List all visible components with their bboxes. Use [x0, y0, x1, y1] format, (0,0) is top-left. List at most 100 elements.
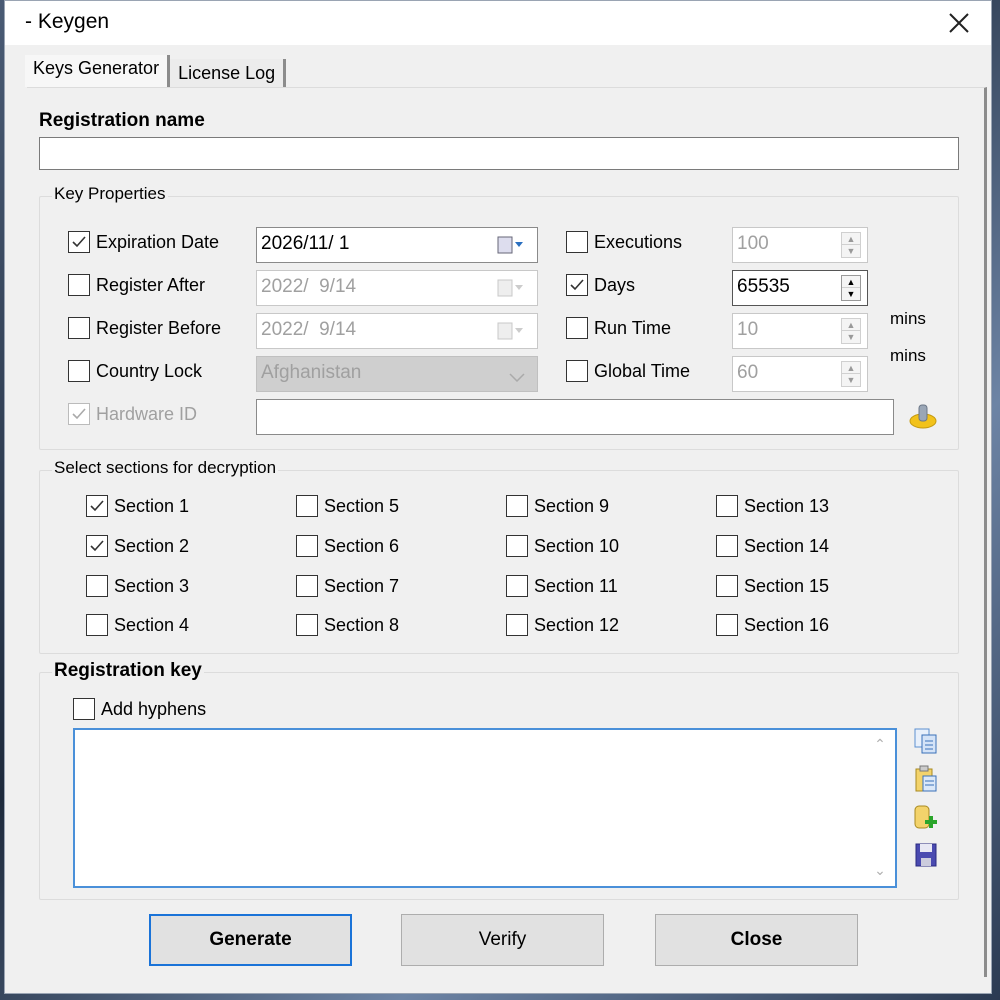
section-16-checkbox-label: Section 16 — [744, 614, 830, 635]
add-hyphens-checkbox[interactable] — [73, 698, 95, 720]
run-time-spin-buttons[interactable]: ▲ ▼ — [841, 318, 861, 344]
register-before-checkbox-row[interactable]: Register Before — [68, 317, 221, 339]
save-icon[interactable] — [911, 840, 941, 870]
section-4-checkbox-row[interactable]: Section 4 — [86, 614, 189, 636]
calendar-dropdown-icon[interactable] — [497, 236, 525, 254]
spin-down-icon[interactable]: ▼ — [842, 374, 860, 386]
scroll-up-icon[interactable]: ⌃ — [871, 736, 889, 754]
add-key-icon[interactable] — [911, 802, 941, 832]
section-9-checkbox[interactable] — [506, 495, 528, 517]
keys-generator-panel: Registration name Key Properties Expirat… — [27, 87, 987, 977]
calendar-dropdown-icon[interactable] — [497, 322, 525, 340]
run-time-checkbox-row[interactable]: Run Time — [566, 317, 671, 339]
expiration-date-checkbox-label: Expiration Date — [96, 231, 220, 252]
global-time-checkbox[interactable] — [566, 360, 588, 382]
section-16-checkbox-row[interactable]: Section 16 — [716, 614, 829, 636]
section-10-checkbox[interactable] — [506, 535, 528, 557]
days-value: 65535 — [737, 276, 790, 297]
register-before-date-picker[interactable]: 2022/ 9/14 — [256, 313, 538, 349]
section-11-checkbox[interactable] — [506, 575, 528, 597]
register-after-checkbox-row[interactable]: Register After — [68, 274, 205, 296]
section-4-checkbox[interactable] — [86, 614, 108, 636]
section-1-checkbox-label: Section 1 — [114, 495, 190, 516]
section-7-checkbox[interactable] — [296, 575, 318, 597]
section-2-checkbox[interactable] — [86, 535, 108, 557]
tab-license-log[interactable]: License Log — [170, 59, 287, 89]
executions-checkbox[interactable] — [566, 231, 588, 253]
executions-value: 100 — [737, 233, 769, 254]
spin-down-icon[interactable]: ▼ — [842, 245, 860, 257]
section-5-checkbox-row[interactable]: Section 5 — [296, 495, 399, 517]
expiration-date-checkbox[interactable] — [68, 231, 90, 253]
copy-icon[interactable] — [911, 726, 941, 756]
register-after-date-picker[interactable]: 2022/ 9/14 — [256, 270, 538, 306]
days-checkbox[interactable] — [566, 274, 588, 296]
spin-up-icon[interactable]: ▲ — [842, 319, 860, 331]
registration-key-textarea[interactable]: ⌃ ⌄ — [73, 728, 897, 888]
section-3-checkbox-row[interactable]: Section 3 — [86, 575, 189, 597]
spin-up-icon[interactable]: ▲ — [842, 233, 860, 245]
run-time-checkbox[interactable] — [566, 317, 588, 339]
spin-down-icon[interactable]: ▼ — [842, 288, 860, 300]
spin-down-icon[interactable]: ▼ — [842, 331, 860, 343]
calendar-dropdown-icon[interactable] — [497, 279, 525, 297]
close-button[interactable]: Close — [655, 914, 858, 966]
section-7-checkbox-row[interactable]: Section 7 — [296, 575, 399, 597]
global-time-checkbox-row[interactable]: Global Time — [566, 360, 690, 382]
verify-button[interactable]: Verify — [401, 914, 604, 966]
days-spin-buttons[interactable]: ▲ ▼ — [841, 275, 861, 301]
registration-name-input[interactable] — [39, 137, 959, 170]
section-15-checkbox[interactable] — [716, 575, 738, 597]
global-time-value: 60 — [737, 362, 759, 383]
close-window-button[interactable] — [945, 9, 973, 37]
section-6-checkbox[interactable] — [296, 535, 318, 557]
section-13-checkbox-row[interactable]: Section 13 — [716, 495, 829, 517]
section-11-checkbox-row[interactable]: Section 11 — [506, 575, 618, 597]
expiration-date-checkbox-row[interactable]: Expiration Date — [68, 231, 219, 253]
section-16-checkbox[interactable] — [716, 614, 738, 636]
section-1-checkbox-row[interactable]: Section 1 — [86, 495, 189, 517]
section-2-checkbox-row[interactable]: Section 2 — [86, 535, 189, 557]
section-14-checkbox[interactable] — [716, 535, 738, 557]
country-lock-checkbox-row[interactable]: Country Lock — [68, 360, 202, 382]
spin-up-icon[interactable]: ▲ — [842, 276, 860, 288]
section-8-checkbox[interactable] — [296, 614, 318, 636]
section-8-checkbox-row[interactable]: Section 8 — [296, 614, 399, 636]
scroll-down-icon[interactable]: ⌄ — [871, 862, 889, 880]
executions-spinbox[interactable]: 100 ▲ ▼ — [732, 227, 868, 263]
section-1-checkbox[interactable] — [86, 495, 108, 517]
executions-spin-buttons[interactable]: ▲ ▼ — [841, 232, 861, 258]
expiration-date-date-picker[interactable]: 2026/11/ 1 — [256, 227, 538, 263]
global-time-spinbox[interactable]: 60 ▲ ▼ — [732, 356, 868, 392]
hardware-id-input[interactable] — [256, 399, 894, 435]
executions-checkbox-row[interactable]: Executions — [566, 231, 682, 253]
register-after-checkbox[interactable] — [68, 274, 90, 296]
register-before-checkbox[interactable] — [68, 317, 90, 339]
section-5-checkbox[interactable] — [296, 495, 318, 517]
section-3-checkbox[interactable] — [86, 575, 108, 597]
section-15-checkbox-row[interactable]: Section 15 — [716, 575, 829, 597]
country-lock-checkbox[interactable] — [68, 360, 90, 382]
add-hyphens-checkbox-row[interactable]: Add hyphens — [73, 698, 206, 720]
generate-button[interactable]: Generate — [149, 914, 352, 966]
section-12-checkbox-row[interactable]: Section 12 — [506, 614, 619, 636]
days-checkbox-row[interactable]: Days — [566, 274, 635, 296]
country-lock-select[interactable]: Afghanistan — [256, 356, 538, 392]
spin-up-icon[interactable]: ▲ — [842, 362, 860, 374]
paste-icon[interactable] — [911, 764, 941, 794]
tab-keys-generator[interactable]: Keys Generator — [25, 55, 171, 87]
run-time-spinbox[interactable]: 10 ▲ ▼ — [732, 313, 868, 349]
section-10-checkbox-label: Section 10 — [534, 535, 620, 556]
section-10-checkbox-row[interactable]: Section 10 — [506, 535, 619, 557]
section-9-checkbox-row[interactable]: Section 9 — [506, 495, 609, 517]
section-12-checkbox[interactable] — [506, 614, 528, 636]
global-time-spin-buttons[interactable]: ▲ ▼ — [841, 361, 861, 387]
section-6-checkbox-row[interactable]: Section 6 — [296, 535, 399, 557]
registration-name-label: Registration name — [39, 110, 205, 131]
section-13-checkbox[interactable] — [716, 495, 738, 517]
days-spinbox[interactable]: 65535 ▲ ▼ — [732, 270, 868, 306]
hardware-id-lookup-icon[interactable] — [908, 401, 938, 431]
section-14-checkbox-row[interactable]: Section 14 — [716, 535, 829, 557]
hardware-id-checkbox — [68, 403, 90, 425]
window-title: - Keygen — [25, 10, 110, 33]
